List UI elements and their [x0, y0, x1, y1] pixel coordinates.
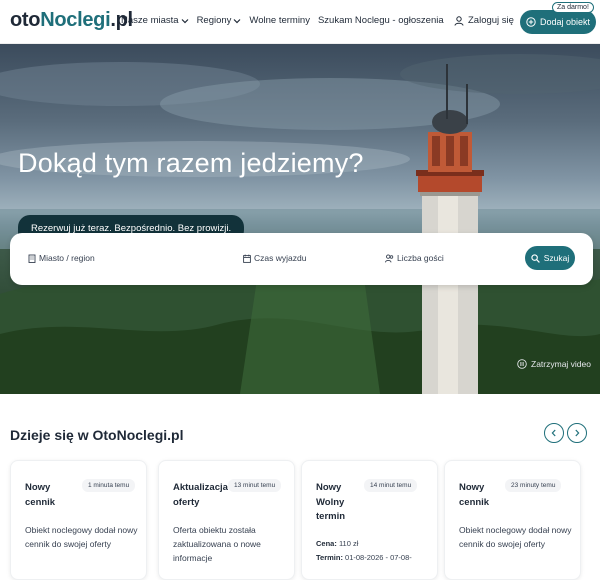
news-card-title: Nowy cennik [25, 482, 56, 508]
guests-field[interactable]: Liczba gości [385, 253, 444, 263]
city-region-field[interactable]: Miasto / region [28, 253, 95, 263]
nav-label: Nasze miasta [121, 15, 179, 26]
news-card-time: 14 minut temu [364, 479, 418, 492]
plus-circle-icon [526, 17, 536, 27]
nav-item-regiony[interactable]: Regiony [197, 15, 242, 26]
news-card-time: 1 minuta temu [82, 479, 136, 492]
news-card[interactable]: Nowy cennik 23 minuty temu Obiekt nocleg… [444, 460, 581, 580]
news-card-time: 13 minut temu [228, 479, 282, 492]
carousel-prev-button[interactable] [544, 423, 564, 443]
travel-dates-field[interactable]: Czas wyjazdu [243, 253, 306, 263]
chevron-down-icon [181, 18, 188, 23]
travel-dates-label: Czas wyjazdu [254, 253, 307, 263]
chevron-left-icon [551, 429, 556, 437]
nav-label: Regiony [196, 15, 232, 26]
search-button[interactable]: Szukaj [525, 246, 575, 270]
add-property-button[interactable]: Dodaj obiekt [520, 10, 596, 34]
term-value: 01-08-2026 - 07-08- [345, 553, 412, 562]
search-button-label: Szukaj [543, 253, 570, 263]
login-label: Zaloguj się [468, 15, 514, 26]
site-logo[interactable]: otoNoclegi.pl [10, 9, 133, 32]
add-property-label: Dodaj obiekt [539, 17, 591, 27]
news-card[interactable]: Aktualizacja oferty 13 minut temu Oferta… [158, 460, 295, 580]
nav-item-szukam-noclegu[interactable]: Szukam Noclegu - ogłoszenia [318, 15, 444, 26]
nav-label: Wolne terminy [249, 15, 310, 26]
price-row: Cena: 110 zł [316, 537, 434, 551]
nav-label: Szukam Noclegu - ogłoszenia [317, 15, 444, 26]
stop-video-button[interactable]: Zatrzymaj video [517, 359, 591, 369]
hero-section: Dokąd tym razem jedziemy? Rezerwuj już t… [0, 44, 600, 394]
price-value: 110 zł [338, 539, 359, 548]
top-header: otoNoclegi.pl Nasze miasta Regiony Wolne… [0, 0, 600, 44]
building-icon [28, 254, 36, 263]
news-card-info: Cena: 110 zł Termin: 01-08-2026 - 07-08- [316, 537, 434, 565]
search-bar: Miasto / region Czas wyjazdu Liczba gośc… [10, 233, 593, 285]
pause-icon [517, 359, 527, 369]
city-region-label: Miasto / region [39, 253, 95, 263]
search-icon [531, 253, 540, 263]
logo-text-noclegi: Noclegi [40, 9, 111, 31]
main-nav: Nasze miasta Regiony Wolne terminy Szuka… [121, 15, 444, 26]
news-card[interactable]: Nowy cennik 1 minuta temu Obiekt noclego… [10, 460, 147, 580]
news-card[interactable]: Nowy Wolny termin 14 minut temu Cena: 11… [301, 460, 438, 580]
nav-item-wolne-terminy[interactable]: Wolne terminy [249, 15, 310, 26]
price-label: Cena: [316, 539, 337, 548]
term-label: Termin: [316, 553, 343, 562]
users-icon [385, 253, 394, 263]
calendar-icon [243, 254, 251, 263]
chevron-down-icon [233, 18, 241, 23]
user-icon [454, 15, 464, 26]
news-card-description: Oferta obiektu została zaktualizowana o … [173, 525, 261, 563]
logo-text-oto: oto [10, 9, 41, 31]
news-cards: Nowy cennik 1 minuta temu Obiekt noclego… [10, 460, 600, 580]
news-section-title: Dzieje się w OtoNoclegi.pl [10, 427, 184, 443]
news-card-title: Nowy cennik [459, 482, 490, 508]
news-card-time: 23 minuty temu [505, 479, 562, 492]
stop-video-label: Zatrzymaj video [531, 359, 591, 369]
login-link[interactable]: Zaloguj się [454, 15, 514, 26]
chevron-right-icon [575, 429, 580, 437]
news-card-title: Nowy Wolny termin [316, 482, 346, 522]
term-row: Termin: 01-08-2026 - 07-08- [316, 551, 434, 565]
guests-label: Liczba gości [397, 253, 444, 263]
nav-item-nasze-miasta[interactable]: Nasze miasta [121, 15, 189, 26]
carousel-next-button[interactable] [567, 423, 587, 443]
free-badge: Za darmo! [552, 2, 594, 13]
hero-title: Dokąd tym razem jedziemy? [18, 148, 364, 178]
news-card-description: Obiekt noclegowy dodał nowy cennik do sw… [459, 525, 572, 549]
news-card-description: Obiekt noclegowy dodał nowy cennik do sw… [25, 525, 138, 549]
